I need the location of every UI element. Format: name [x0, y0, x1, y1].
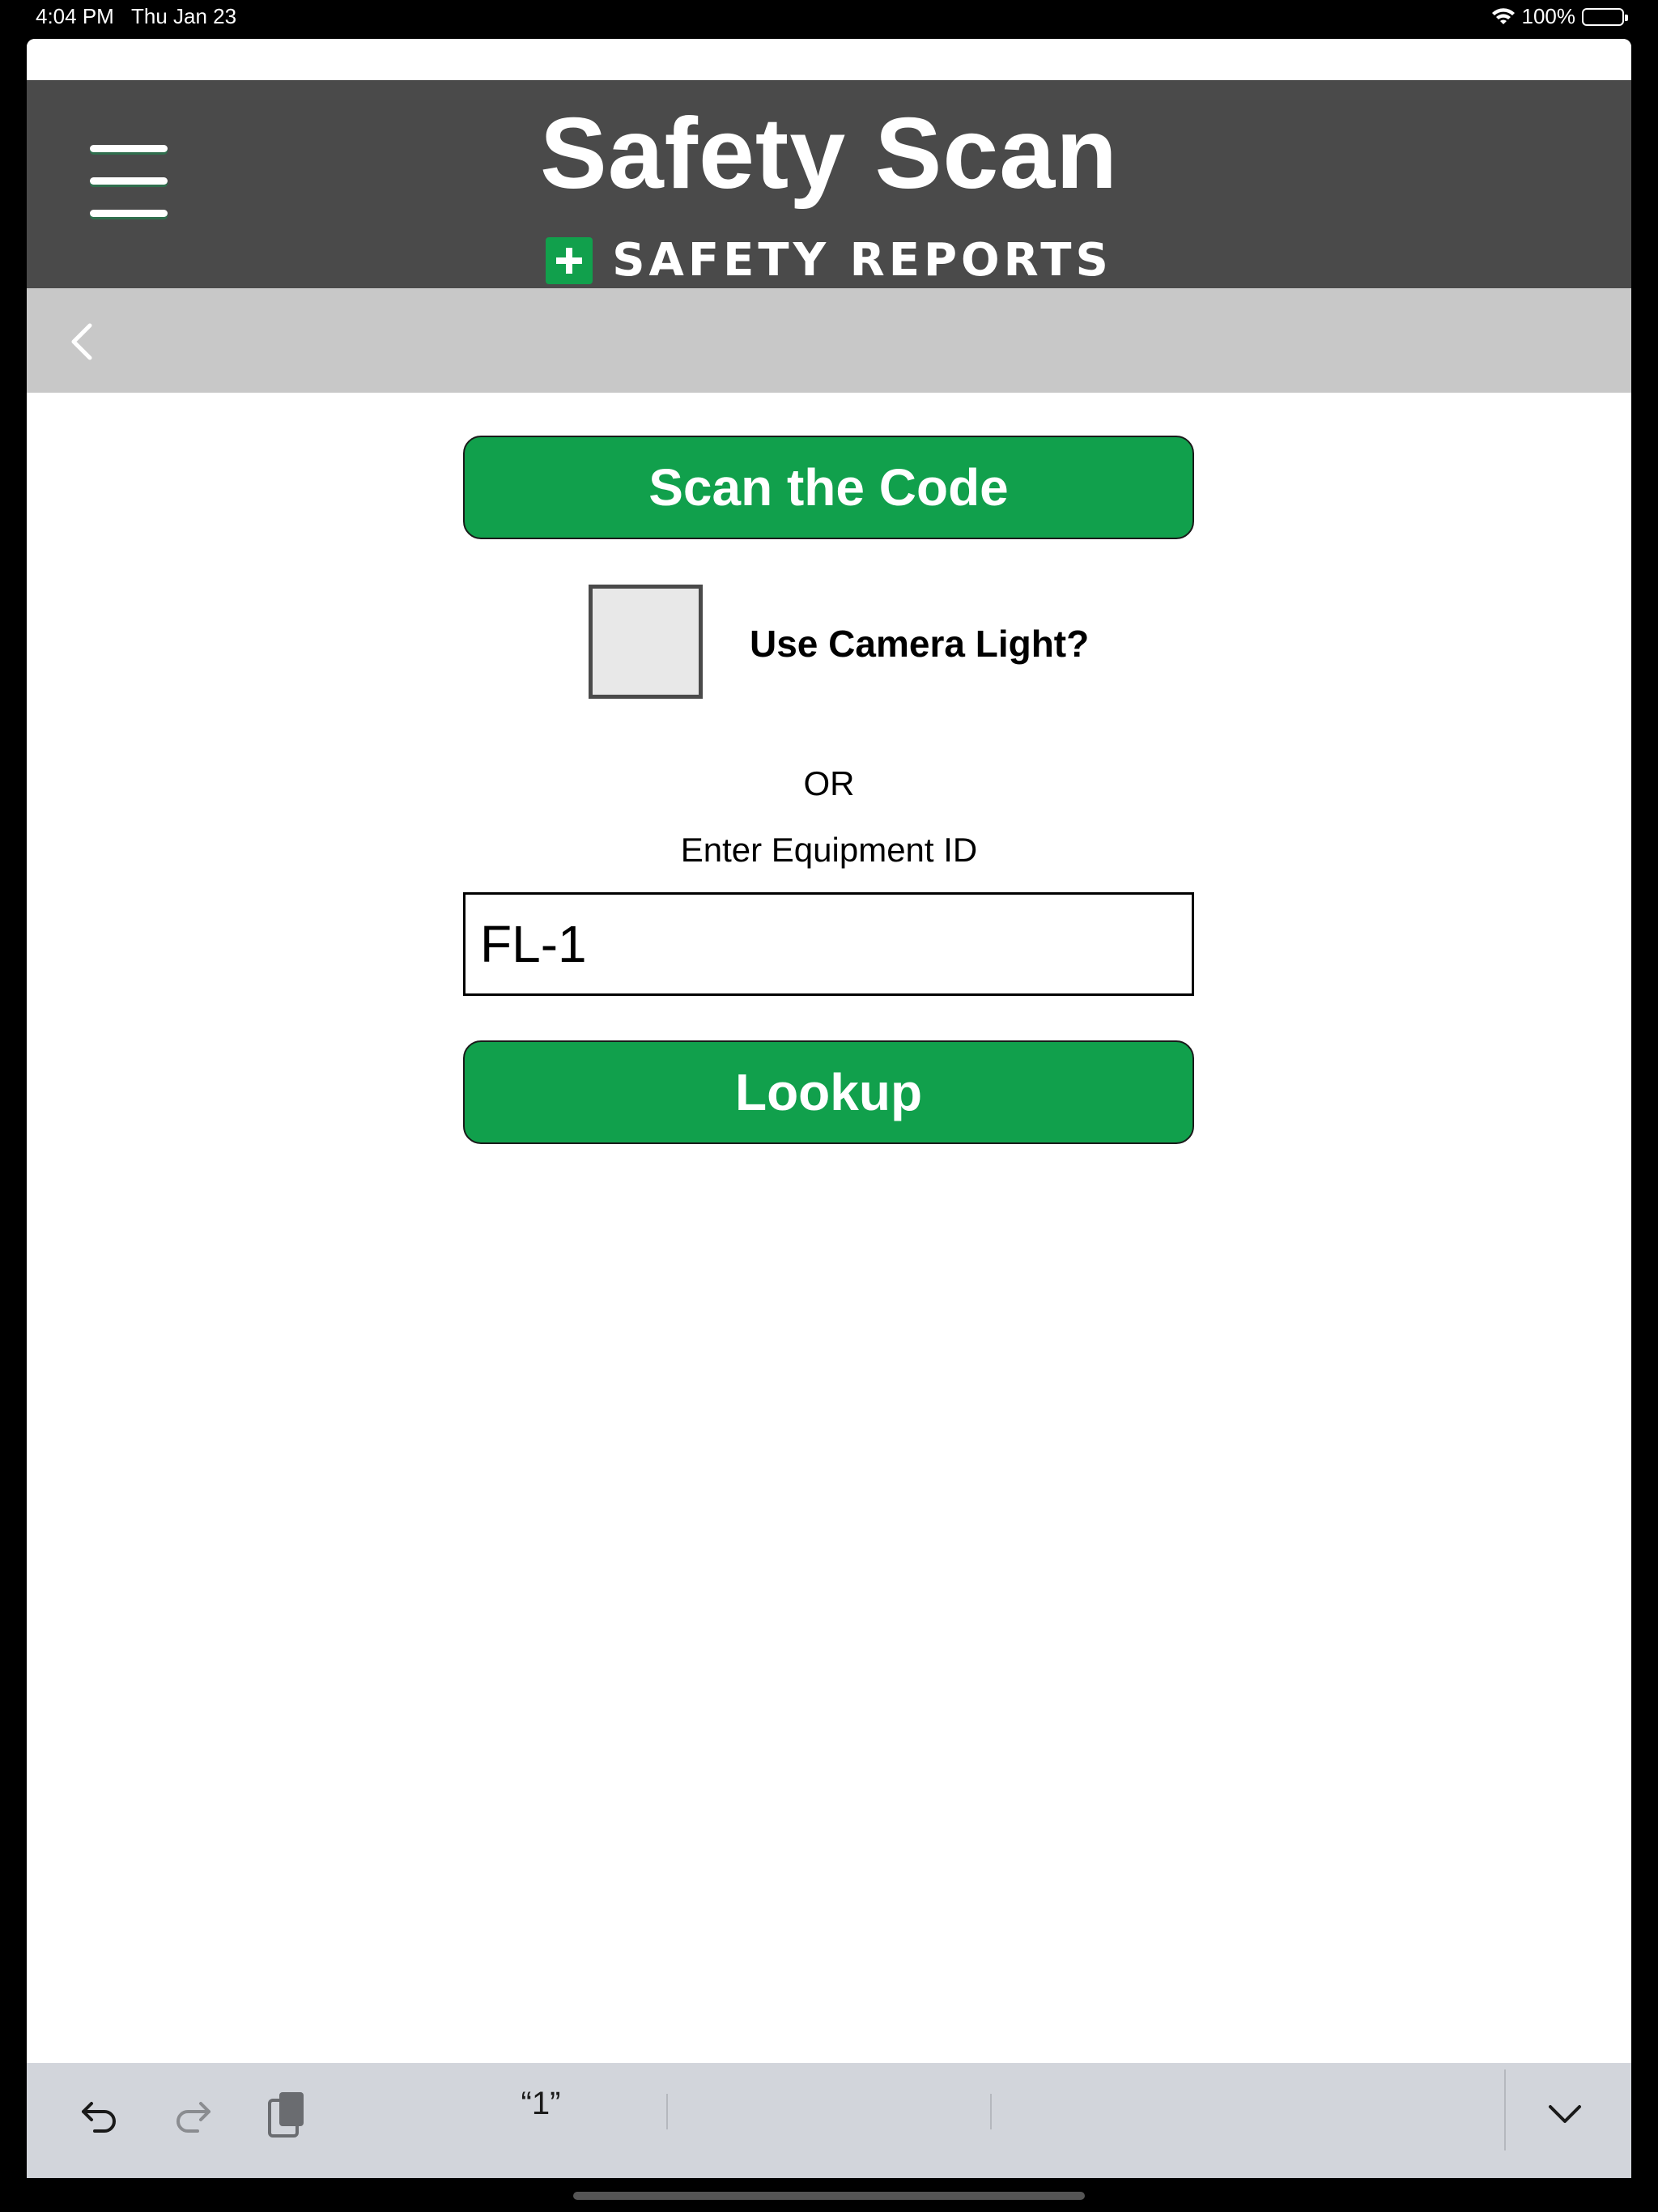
- lookup-button[interactable]: Lookup: [463, 1040, 1194, 1144]
- status-indicators: 100%: [1491, 4, 1628, 29]
- keyboard-shortcut-bar: “1”: [27, 2063, 1631, 2178]
- back-chevron-icon[interactable]: [59, 317, 108, 366]
- main-content: Scan the Code Use Camera Light? OR Enter…: [27, 393, 1631, 2174]
- equipment-id-input[interactable]: [463, 892, 1194, 996]
- undo-icon[interactable]: [67, 2074, 132, 2155]
- divider: [990, 2094, 992, 2129]
- app-title: Safety Scan: [539, 98, 1118, 210]
- or-separator: OR: [803, 764, 855, 802]
- nav-bar: [27, 288, 1631, 393]
- camera-light-label: Use Camera Light?: [750, 623, 1090, 665]
- chevron-down-icon[interactable]: [1533, 2074, 1597, 2155]
- home-indicator[interactable]: [573, 2192, 1085, 2200]
- paste-icon[interactable]: [253, 2074, 318, 2155]
- app-header: Safety Scan SAFETY REPORTS: [27, 80, 1631, 288]
- battery-percent: 100%: [1521, 4, 1576, 28]
- redo-icon[interactable]: [160, 2074, 225, 2155]
- status-time: 4:04 PM: [36, 4, 114, 28]
- app-window: Safety Scan SAFETY REPORTS Scan the Code…: [27, 39, 1631, 2178]
- equipment-id-label: Enter Equipment ID: [680, 831, 978, 869]
- battery-icon: [1582, 7, 1628, 26]
- brand-name: SAFETY REPORTS: [612, 234, 1112, 287]
- plus-icon: [546, 236, 593, 284]
- brand-logo: SAFETY REPORTS: [27, 234, 1631, 287]
- status-bar: 4:04 PM Thu Jan 23 100%: [0, 0, 1658, 39]
- divider: [1504, 2069, 1506, 2150]
- autocorrect-suggestion[interactable]: “1”: [423, 2086, 658, 2122]
- scan-code-button[interactable]: Scan the Code: [463, 436, 1194, 539]
- status-date: Thu Jan 23: [131, 4, 237, 28]
- divider: [666, 2094, 668, 2129]
- camera-light-checkbox[interactable]: [589, 585, 703, 699]
- wifi-icon: [1491, 7, 1516, 26]
- top-strip: [27, 39, 1631, 80]
